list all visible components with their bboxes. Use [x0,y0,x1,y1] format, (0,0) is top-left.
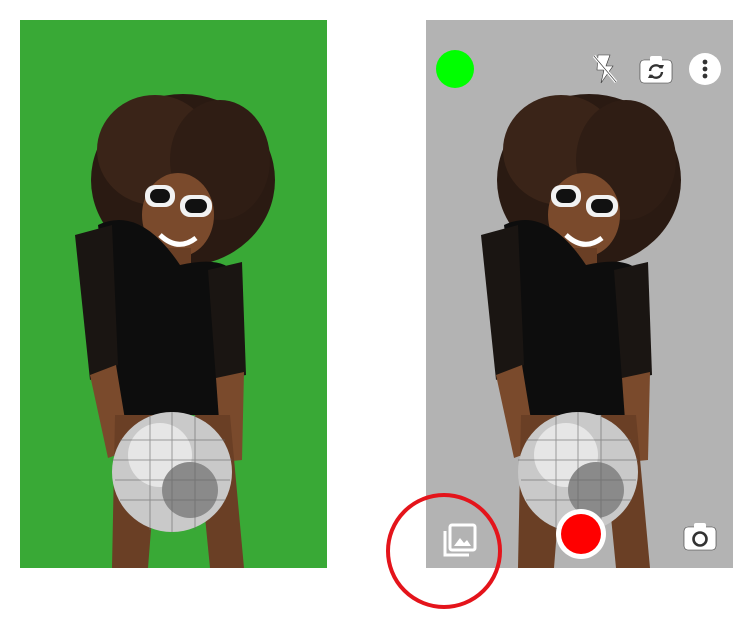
more-options-icon[interactable] [689,53,721,85]
capture-photo-icon[interactable] [682,520,718,552]
record-indicator [561,514,601,554]
flash-off-icon[interactable] [590,52,620,86]
gallery-highlight-circle [386,493,502,609]
record-button[interactable] [556,509,606,559]
green-screen-source-photo [20,20,327,568]
keyed-subject-photo [481,94,681,568]
switch-camera-icon[interactable] [638,53,674,85]
chroma-color-picker-button[interactable] [436,50,474,88]
subject-photo [75,94,275,568]
camera-viewfinder [426,20,733,568]
